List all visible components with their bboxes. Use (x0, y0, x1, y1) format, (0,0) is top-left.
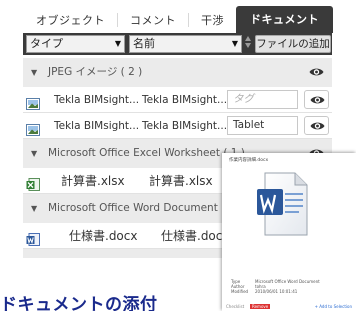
caption-heading: ドキュメントの添付 (0, 295, 158, 311)
collapse-caret-icon[interactable]: ▼ (31, 194, 37, 223)
preview-footer-label: Checklist (226, 304, 245, 309)
tag-input[interactable]: タグ (227, 90, 298, 109)
document-name: 計算書.xlsx (61, 174, 125, 188)
document-name: Tekla BIMsight... (54, 94, 140, 106)
tag-input[interactable]: Tablet (227, 116, 298, 135)
group-title: Microsoft Office Excel Worksheet ( 1 ) (48, 147, 245, 159)
word-document-icon (255, 169, 311, 239)
jpeg-image-icon (26, 120, 40, 136)
preview-footer: Checklist Remove + Add to Selection (226, 303, 354, 310)
document-name: Tekla BIMsight... (54, 120, 140, 132)
document-title: 計算書.xlsx (149, 174, 213, 188)
document-title: Tekla BIMsight... (142, 120, 228, 132)
eye-icon[interactable] (304, 90, 329, 109)
chevron-down-icon: ▼ (231, 39, 238, 48)
tab-comments[interactable]: コメント (118, 8, 188, 33)
eye-icon[interactable] (304, 116, 329, 135)
document-title: 仕様書.docx (161, 229, 230, 243)
tab-clashes[interactable]: 干渉 (189, 8, 236, 33)
chevron-down-icon: ▼ (114, 39, 121, 48)
meta-value: 2010/06/01 10:01:41 (255, 289, 298, 294)
document-row[interactable]: Tekla BIMsight... Tekla BIMsight... タグ (23, 87, 332, 113)
add-file-button[interactable]: ファイルの追加 (255, 35, 331, 53)
word-file-icon (26, 230, 40, 246)
group-header-jpeg[interactable]: ▼ JPEG イメージ ( 2 ) (23, 58, 332, 87)
preview-meta-row: Modified 2010/06/01 10:01:41 (231, 289, 297, 294)
add-to-selection-link[interactable]: + Add to Selection (315, 303, 352, 310)
tab-objects[interactable]: オブジェクト (24, 8, 117, 33)
tab-bar: オブジェクト コメント 干渉 ドキュメント (24, 6, 333, 33)
excel-file-icon (26, 175, 40, 191)
document-toolbar: タイプ ▼ 名前 ▼ ファイルの追加 (23, 33, 332, 55)
collapse-caret-icon[interactable]: ▼ (31, 58, 37, 87)
name-sort-value: 名前 (133, 37, 155, 50)
document-preview-popup: 作業内容詳細.docx Type Microsoft Office Word D… (222, 153, 356, 311)
remove-button[interactable]: Remove (250, 304, 271, 309)
sort-order-icon[interactable] (245, 36, 252, 52)
type-filter-select[interactable]: タイプ ▼ (26, 35, 125, 53)
name-sort-select[interactable]: 名前 ▼ (129, 35, 242, 53)
document-name: 仕様書.docx (69, 229, 138, 243)
jpeg-image-icon (26, 94, 40, 110)
meta-key: Modified (231, 289, 249, 294)
document-row[interactable]: Tekla BIMsight... Tekla BIMsight... Tabl… (23, 113, 332, 139)
eye-icon[interactable] (304, 63, 329, 82)
tab-documents[interactable]: ドキュメント (236, 6, 333, 33)
type-filter-value: タイプ (30, 37, 63, 50)
preview-file-title: 作業内容詳細.docx (229, 158, 269, 163)
document-title: Tekla BIMsight... (142, 94, 228, 106)
group-title: JPEG イメージ ( 2 ) (48, 66, 143, 78)
collapse-caret-icon[interactable]: ▼ (31, 139, 37, 168)
group-title: Microsoft Office Word Document ( 1 ) (48, 202, 243, 214)
